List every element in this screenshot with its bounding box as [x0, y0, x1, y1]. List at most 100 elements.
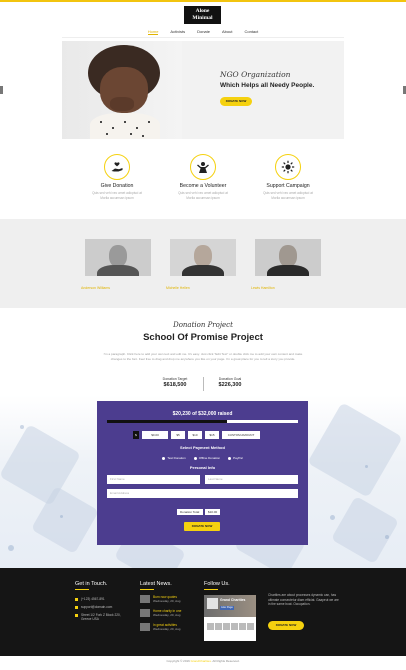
feature-support-campaign[interactable]: Support Campaign Quis sed vehi vec amet … [243, 154, 333, 200]
donation-total-value: $10.00 [204, 509, 221, 515]
footer-news-title: Latest News. [140, 581, 172, 587]
team-photo-1[interactable] [85, 239, 151, 276]
nav-contact[interactable]: Contact [244, 29, 258, 35]
hero-tagline: Which Helps all Needy People. [220, 82, 315, 89]
feature-give-donation[interactable]: Give Donation Quis sed vehi vec amet adi… [72, 154, 162, 200]
last-name-field[interactable]: Last Name [205, 475, 298, 484]
news-thumbnail [140, 623, 150, 631]
feature-become-volunteer[interactable]: Become a Volunteer Quis sed vehi vec ame… [158, 154, 248, 200]
team-photo-3[interactable] [255, 239, 321, 276]
nav-about[interactable]: About [222, 29, 232, 35]
copyright-suffix: . All Rights Reserved. [210, 659, 240, 663]
top-accent-bar [0, 0, 406, 2]
nav-home[interactable]: Home [147, 29, 159, 35]
amount-input[interactable]: $0.00 [142, 431, 168, 439]
feature-desc: Quis sed vehi vec amet adicpisci at Morll… [263, 191, 313, 200]
footer-follow-title: Follow Us. [204, 581, 230, 587]
copyright: Copyright © 2016 GrandCharities. All Rig… [0, 659, 406, 663]
donation-target: Donation Target $618,500 [145, 377, 205, 388]
donation-goal-value: $226,300 [218, 382, 242, 388]
footer-phone: (+123) 4567-891 [75, 597, 105, 601]
phone-icon [75, 597, 78, 601]
facebook-widget[interactable]: Grand Charities Like Page [204, 595, 256, 641]
hero-child-photo [62, 41, 182, 139]
amount-15-button[interactable]: $15 [205, 431, 219, 439]
news-date: Wednesday, 20, Aug [153, 613, 181, 617]
footer-address-line2: Greece USA [81, 617, 99, 622]
feature-title: Become a Volunteer [179, 183, 227, 189]
site-footer: Get in Touch. Latest News. Follow Us. [0, 568, 406, 656]
team-photo-2[interactable] [170, 239, 236, 276]
footer-news-item[interactable]: Burn now quotes Wednesday, 20, Aug [140, 595, 180, 603]
facebook-page-name[interactable]: Grand Charities [220, 598, 245, 602]
donation-target-value: $618,500 [163, 382, 187, 388]
footer-news-item[interactable]: In great activities Wednesday, 20, Aug [140, 623, 180, 631]
footer-touch-title: Get in Touch. [75, 581, 108, 587]
feature-desc: Quis sed vehi vec amet adicpisci at Morll… [178, 191, 228, 200]
donation-goal-label: Donation Goal [218, 377, 242, 381]
payment-paypal-radio[interactable]: PayPal [228, 456, 243, 460]
currency-symbol: $ [133, 431, 139, 439]
news-date: Wednesday, 20, Aug [153, 599, 181, 603]
copyright-prefix: Copyright © 2016 [166, 659, 190, 663]
payment-options: Test Donation Offline Donation PayPal [97, 456, 308, 460]
donation-progress-bar [107, 420, 298, 423]
donation-goal: Donation Goal $226,300 [200, 377, 260, 388]
donation-progress-fill [107, 420, 228, 423]
footer-email[interactable]: support@domain.com [75, 605, 112, 609]
news-date: Wednesday, 20, Aug [153, 627, 181, 631]
hand-heart-icon [104, 154, 130, 180]
campaign-sun-icon [275, 154, 301, 180]
logo-line-1: Alone [195, 8, 210, 14]
site-logo[interactable]: Alone Minimal [184, 6, 221, 24]
project-description: I'm a paragraph. Click here to add your … [103, 352, 303, 361]
first-name-field[interactable]: First Name [107, 475, 200, 484]
donation-form: $20,230 of $32,000 raised $ $0.00 $5 $10… [97, 401, 308, 545]
donation-total: Donation Total: $10.00 [177, 509, 221, 515]
footer-news-item[interactable]: Home charity in one Wednesday, 20, Aug [140, 609, 181, 617]
footer-donate-button[interactable]: DONATE NOW [268, 621, 304, 630]
amount-options: $ $0.00 $5 $10 $15 CUSTOM AMOUNT [133, 431, 260, 439]
footer-title-underline [140, 589, 154, 590]
feature-title: Give Donation [100, 183, 134, 189]
team-name-3[interactable]: Lewis Hamilton [251, 286, 275, 290]
donation-target-label: Donation Target [162, 377, 188, 381]
team-name-1[interactable]: Anderson Williams [81, 286, 110, 290]
nav-activists[interactable]: Activists [170, 29, 185, 35]
feature-title: Support Campaign [266, 183, 310, 189]
slider-prev-arrow[interactable] [0, 86, 3, 94]
footer-email-text[interactable]: support@domain.com [81, 605, 112, 609]
project-title: School Of Promise Project [143, 332, 263, 343]
facebook-like-button[interactable]: Like Page [220, 606, 234, 610]
project-subtitle: Donation Project [173, 321, 233, 329]
raised-amount: $20,230 of $32,000 raised [172, 411, 233, 417]
amount-10-button[interactable]: $10 [188, 431, 202, 439]
hero-slider: NGO Organization Which Helps all Needy P… [62, 41, 344, 139]
facebook-fans [207, 623, 254, 630]
form-donate-button[interactable]: DONATE NOW [184, 522, 220, 531]
volunteer-people-icon [190, 154, 216, 180]
copyright-brand[interactable]: GrandCharities [191, 659, 211, 663]
donation-total-label: Donation Total: [177, 509, 203, 515]
nav-divider [62, 37, 344, 38]
footer-title-underline [204, 589, 218, 590]
main-nav: Home Activists Donate About Contact [0, 29, 406, 35]
footer-about-text: Charities are about processes dynamic ca… [268, 593, 339, 606]
nav-donate[interactable]: Donate [197, 29, 210, 35]
footer-address: Street 1/2 Fork Z Block 220, Greece USA [75, 613, 121, 621]
personal-info-title: Personal Info [189, 465, 216, 470]
amount-5-button[interactable]: $5 [171, 431, 185, 439]
payment-offline-radio[interactable]: Offline Donation [194, 456, 220, 460]
footer-title-underline [75, 589, 89, 590]
custom-amount-button[interactable]: CUSTOM AMOUNT [222, 431, 260, 439]
team-name-2[interactable]: Michelle Hellen [166, 286, 190, 290]
news-thumbnail [140, 609, 150, 617]
payment-test-radio[interactable]: Test Donation [162, 456, 185, 460]
footer-phone-text: (+123) 4567-891 [81, 597, 105, 601]
news-thumbnail [140, 595, 150, 603]
hero-donate-button[interactable]: DONATE NOW [220, 97, 252, 106]
hero-org-name: NGO Organization [220, 70, 291, 79]
payment-method-title: Select Payment Method [180, 445, 225, 450]
email-field[interactable]: Email Address [107, 489, 298, 498]
facebook-avatar [207, 598, 218, 609]
